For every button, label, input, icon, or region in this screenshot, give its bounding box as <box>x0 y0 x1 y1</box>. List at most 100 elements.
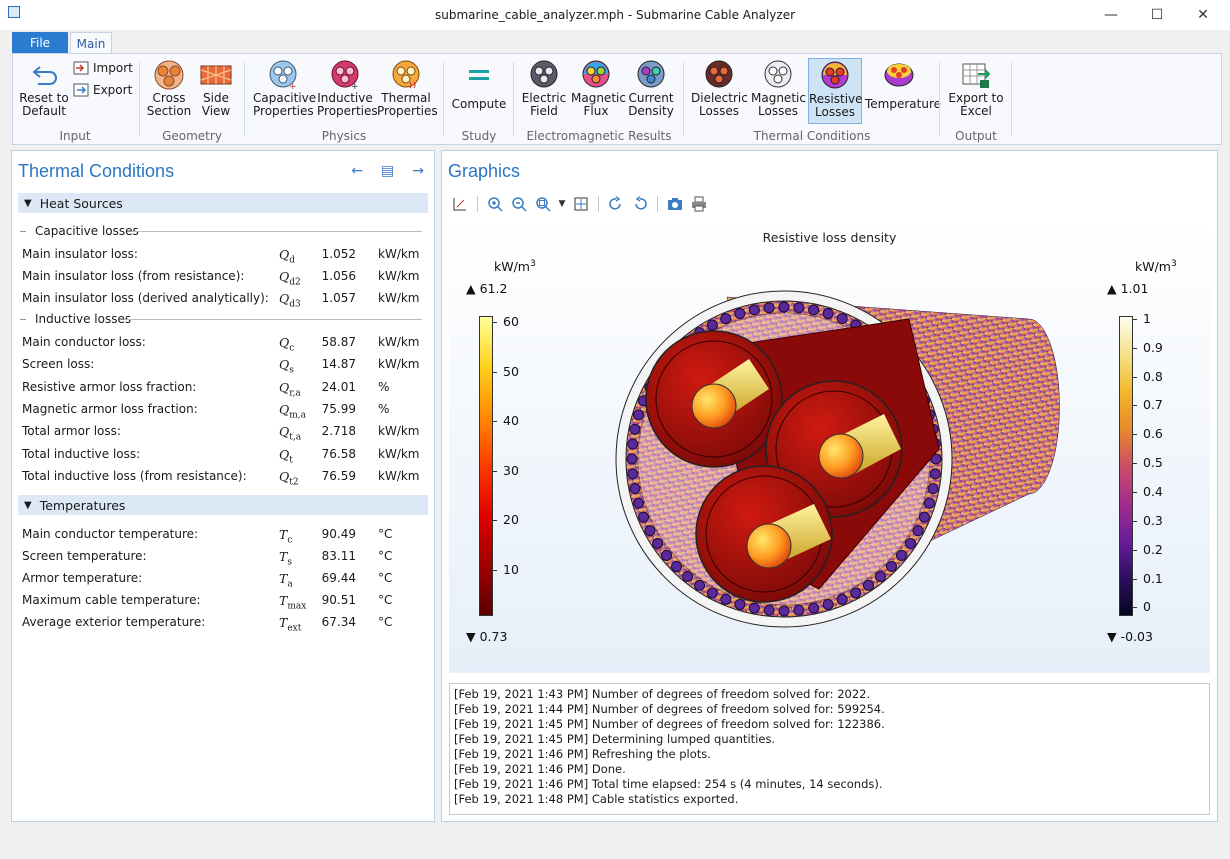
reset-icon <box>28 60 60 90</box>
value-row: Main insulator loss (derived analyticall… <box>22 291 422 310</box>
side-view-icon <box>200 60 232 90</box>
dielectric-losses-button[interactable]: Dielectric Losses <box>691 58 748 124</box>
arrow-left-icon[interactable]: ← <box>351 163 363 179</box>
colorbar-tick-mark <box>1133 607 1137 609</box>
row-label: Main insulator loss: <box>22 247 138 261</box>
svg-text:+: + <box>289 82 297 90</box>
current-density-label: Current Density <box>628 91 674 118</box>
cross-section-button[interactable]: Cross Section <box>145 58 193 124</box>
row-symbol: Qr,a <box>279 379 301 399</box>
side-view-button[interactable]: Side View <box>195 58 237 124</box>
value-row: Screen temperature: Ts 83.11 °C <box>22 549 422 568</box>
close-button[interactable]: ✕ <box>1180 0 1226 30</box>
tab-main[interactable]: Main <box>70 32 112 54</box>
minimize-button[interactable]: — <box>1088 0 1134 30</box>
graphics-canvas[interactable]: Resistive loss density kW/m3 ▲ 61.2 60 50… <box>449 219 1210 673</box>
temperature-icon <box>883 60 915 90</box>
input-group-label: Input <box>59 129 91 143</box>
magnetic-flux-button[interactable]: Magnetic Flux <box>571 58 626 124</box>
row-symbol: Tmax <box>279 593 307 612</box>
row-value: 24.01 <box>321 379 356 394</box>
armor-wire <box>808 304 820 316</box>
colorbar-tick-label: 0 <box>1143 599 1151 615</box>
armor-wire <box>682 570 694 582</box>
zoom-in-icon[interactable] <box>485 194 505 214</box>
row-label: Magnetic armor loss fraction: <box>22 401 198 416</box>
zoom-box-icon[interactable] <box>533 194 553 214</box>
heat-sources-header: Heat Sources <box>39 195 123 211</box>
row-label: Main conductor loss: <box>22 335 146 349</box>
row-value: 1.052 <box>321 247 356 261</box>
ribbon: Reset to Default Import Export Input Cro… <box>12 53 1222 145</box>
reset-to-default-button[interactable]: Reset to Default <box>17 58 71 124</box>
reset-view-icon[interactable] <box>630 194 650 214</box>
magnetic-losses-label: Magnetic Losses <box>751 91 806 118</box>
thermal-conditions-group-label: Thermal Conditions <box>753 129 871 143</box>
arrow-right-icon[interactable]: → <box>412 163 424 179</box>
armor-wire <box>706 587 718 599</box>
colorbar-tick-label: 1 <box>1143 310 1151 326</box>
tab-file[interactable]: File <box>12 32 68 54</box>
print-icon[interactable] <box>689 194 709 214</box>
log-line: [Feb 19, 2021 1:46 PM] Refreshing the pl… <box>454 747 711 761</box>
rotate-cw-icon[interactable] <box>606 194 626 214</box>
row-value: 69.44 <box>321 571 356 585</box>
graphics-title: Graphics <box>448 161 521 181</box>
row-symbol: Ta <box>279 571 293 590</box>
electric-field-button[interactable]: Electric Field <box>521 58 567 124</box>
temperatures-section[interactable]: ▼ Temperatures <box>18 495 428 515</box>
message-log[interactable]: [Feb 19, 2021 1:43 PM] Number of degrees… <box>449 683 1210 815</box>
capacitive-properties-button[interactable]: + Capacitive Properties <box>253 58 316 124</box>
left-colorbar <box>479 316 493 616</box>
resistive-losses-button[interactable]: Resistive Losses <box>808 58 863 124</box>
cable-3d-plot <box>615 290 1060 628</box>
thermal-properties-button[interactable]: Thermal Properties <box>377 58 438 124</box>
ribbon-separator <box>939 62 940 136</box>
colorbar-tick-mark <box>1133 549 1137 551</box>
value-row: Resistive armor loss fraction: Qr,a 24.01% <box>22 379 422 399</box>
export-icon <box>73 83 89 97</box>
armor-wire <box>808 602 820 614</box>
row-value: 76.58 <box>321 446 356 461</box>
table-icon[interactable]: ▤ <box>381 163 394 179</box>
divider <box>124 319 422 320</box>
armor-wire <box>822 598 834 610</box>
armor-wire <box>850 587 862 599</box>
magnetic-losses-button[interactable]: Magnetic Losses <box>751 58 806 124</box>
zoom-extents-icon[interactable] <box>571 194 591 214</box>
row-symbol: Qt <box>279 446 293 466</box>
maximize-button[interactable]: ☐ <box>1134 0 1180 30</box>
colorbar-tick-label: 60 <box>503 313 519 329</box>
heat-sources-section[interactable]: ▼ Heat Sources <box>18 193 428 213</box>
right-colorbar <box>1119 316 1133 616</box>
armor-wire <box>734 598 746 610</box>
row-value: 1.056 <box>321 269 356 283</box>
graphics-panel: Graphics ▼ Resistive loss density kW/m3 … <box>441 150 1218 822</box>
magnetic-flux-icon <box>580 60 612 90</box>
colorbar-tick-label: 0.3 <box>1143 512 1163 528</box>
camera-icon[interactable] <box>665 194 685 214</box>
thermal-label: Thermal Properties <box>377 91 438 118</box>
colorbar-tick-label: 40 <box>503 413 519 429</box>
chevron-down-icon[interactable]: ▼ <box>557 194 567 214</box>
colorbar-tick-mark <box>493 520 497 522</box>
armor-wire <box>671 560 683 572</box>
zoom-extents-axis-icon[interactable] <box>450 194 470 214</box>
zoom-out-icon[interactable] <box>509 194 529 214</box>
toolbar-separator <box>477 196 478 212</box>
armor-wire <box>885 560 897 572</box>
current-density-button[interactable]: Current Density <box>625 58 677 124</box>
export-button[interactable]: Export <box>73 83 132 97</box>
row-unit: kW/km <box>378 247 420 261</box>
armor-wire <box>633 497 645 509</box>
temperature-button[interactable]: Temperature <box>865 58 941 124</box>
row-unit: kW/km <box>378 269 420 283</box>
inductive-properties-button[interactable]: + Inductive Properties <box>317 58 378 124</box>
export-to-excel-button[interactable]: Export to Excel <box>945 58 1007 124</box>
import-button[interactable]: Import <box>73 61 133 75</box>
row-value: 75.99 <box>321 401 356 416</box>
row-unit: °C <box>378 527 393 541</box>
compute-button[interactable]: Compute <box>451 58 507 124</box>
row-value: 1.057 <box>321 291 356 305</box>
reset-label: Reset to Default <box>19 91 69 118</box>
